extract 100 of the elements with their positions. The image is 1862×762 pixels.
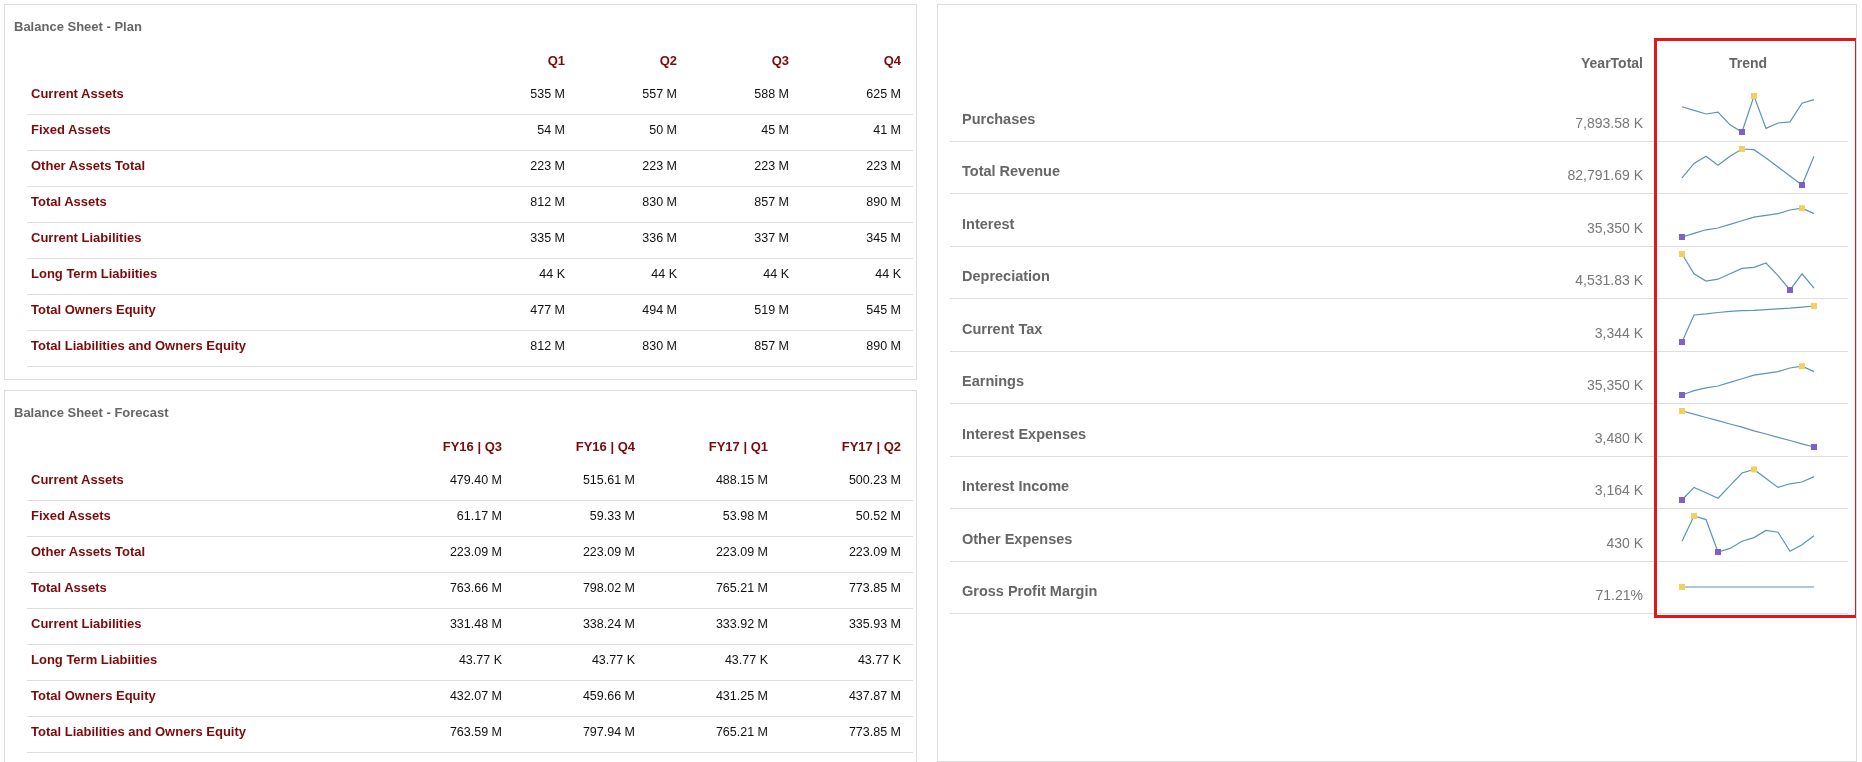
row-label: Earnings — [961, 372, 1026, 392]
row-label: Current Liabilities — [30, 229, 143, 248]
table-cell-text: 625 M — [865, 85, 902, 103]
table-cell-text: 35,350 K — [1585, 376, 1644, 395]
row-label: Current Assets — [30, 85, 125, 104]
row-label: Interest Expenses — [961, 424, 1088, 444]
column-header: FY17 | Q1 — [707, 437, 769, 456]
table-cell-text: 223.09 M — [714, 543, 769, 561]
row-label: Fixed Assets — [30, 121, 112, 140]
table-cell-text: 763.66 M — [448, 579, 503, 597]
table-cell-text: 223 M — [753, 157, 790, 175]
table-cell-text: 430 K — [1605, 533, 1644, 553]
column-header: Q2 — [658, 51, 678, 70]
table-cell-text: 44 K — [650, 265, 678, 283]
table-cell-text: 515.61 M — [581, 471, 636, 489]
row-label: Other Assets Total — [30, 157, 147, 176]
row-label: Total Revenue — [961, 162, 1062, 182]
table-cell-text: 812 M — [529, 193, 566, 211]
column-header: Trend — [1727, 54, 1769, 73]
table-cell-text: 43.77 K — [723, 651, 769, 669]
column-header: FY17 | Q2 — [840, 437, 902, 456]
table-cell-text: 432.07 M — [448, 687, 503, 705]
table-cell-text: 223 M — [529, 157, 566, 175]
row-label: Other Expenses — [961, 529, 1074, 549]
table-cell-text: 223.09 M — [847, 543, 902, 561]
table-cell-text: 890 M — [865, 337, 902, 355]
table-cell-text: 431.25 M — [714, 687, 769, 705]
table-cell-text: 812 M — [529, 337, 566, 355]
table-cell-text: 488.15 M — [714, 471, 769, 489]
row-label: Depreciation — [961, 267, 1051, 287]
row-label: Total Liabilities and Owners Equity — [30, 337, 247, 356]
table-cell-text: 479.40 M — [448, 471, 503, 489]
table-cell-text: 857 M — [753, 337, 790, 355]
table-cell-text: 477 M — [529, 301, 566, 319]
table-cell-text: 54 M — [536, 121, 566, 139]
table-cell-text: 557 M — [641, 85, 678, 103]
table-cell-text: 43.77 K — [590, 651, 636, 669]
table-cell-text: 830 M — [641, 337, 678, 355]
table-cell-text: 437.87 M — [847, 687, 902, 705]
column-header: Q1 — [546, 51, 566, 70]
row-label: Long Term Liabiities — [30, 265, 159, 284]
row-label: Total Owners Equity — [30, 687, 157, 706]
table-cell-text: 71.21% — [1594, 586, 1644, 605]
table-cell-text: 44 K — [762, 265, 790, 283]
table-cell-text: 335.93 M — [847, 615, 902, 633]
column-header: Q3 — [770, 51, 790, 70]
table-cell-text: 797.94 M — [581, 723, 636, 741]
column-header: FY16 | Q4 — [574, 437, 636, 456]
column-header: Q4 — [882, 51, 902, 70]
table-cell-text: 223 M — [641, 157, 678, 175]
table-cell-text: 830 M — [641, 193, 678, 211]
table-cell-text: 41 M — [872, 121, 902, 139]
row-label: Fixed Assets — [30, 507, 112, 526]
table-cell-text: 890 M — [865, 193, 902, 211]
row-label: Current Liabilities — [30, 615, 143, 634]
table-cell-text: 82,791.69 K — [1566, 166, 1644, 185]
table-cell-text: 223.09 M — [448, 543, 503, 561]
table-cell-text: 500.23 M — [847, 471, 902, 489]
row-label: Total Assets — [30, 579, 108, 598]
row-label: Total Assets — [30, 193, 108, 212]
table-cell-text: 53.98 M — [721, 507, 769, 525]
table-cell-text: 45 M — [760, 121, 790, 139]
table-cell-text: 44 K — [874, 265, 902, 283]
table-cell-text: 7,893.58 K — [1574, 113, 1644, 133]
table-cell-text: 50.52 M — [854, 507, 902, 525]
table-cell-text: 59.33 M — [588, 507, 636, 525]
table-cell-text: 336 M — [641, 229, 678, 247]
table-cell-text: 494 M — [641, 301, 678, 319]
table-cell-text: 798.02 M — [581, 579, 636, 597]
row-label: Purchases — [961, 109, 1037, 129]
table-cell-text: 333.92 M — [714, 615, 769, 633]
table-cell-text: 345 M — [865, 229, 902, 247]
table-cell-text: 519 M — [753, 301, 790, 319]
table-cell-text: 50 M — [648, 121, 678, 139]
table-cell-text: 773.85 M — [847, 723, 902, 741]
table-cell-text: 459.66 M — [581, 687, 636, 705]
table-cell-text: 545 M — [865, 301, 902, 319]
table-cell-text: 335 M — [529, 229, 566, 247]
row-label: Interest Income — [961, 477, 1071, 497]
panel-title: Balance Sheet - Forecast — [14, 404, 170, 422]
table-cell-text: 535 M — [529, 85, 566, 103]
row-label: Long Term Liabiities — [30, 651, 159, 670]
table-cell-text: 765.21 M — [714, 723, 769, 741]
table-cell-text: 857 M — [753, 193, 790, 211]
row-label: Current Assets — [30, 471, 125, 490]
column-header: YearTotal — [1580, 54, 1644, 73]
table-cell-text: 43.77 K — [856, 651, 902, 669]
table-cell-text: 3,164 K — [1593, 481, 1644, 500]
table-cell-text: 43.77 K — [457, 651, 503, 669]
table-cell-text: 3,480 K — [1593, 428, 1644, 448]
row-label: Interest — [961, 214, 1016, 234]
table-cell-text: 223 M — [865, 157, 902, 175]
table-cell-text: 331.48 M — [448, 615, 503, 633]
row-label: Total Owners Equity — [30, 301, 157, 320]
table-cell-text: 338.24 M — [581, 615, 636, 633]
row-label: Total Liabilities and Owners Equity — [30, 723, 247, 742]
column-header: FY16 | Q3 — [441, 437, 503, 456]
table-cell-text: 773.85 M — [847, 579, 902, 597]
row-label: Gross Profit Margin — [961, 582, 1099, 602]
row-label: Other Assets Total — [30, 543, 147, 562]
